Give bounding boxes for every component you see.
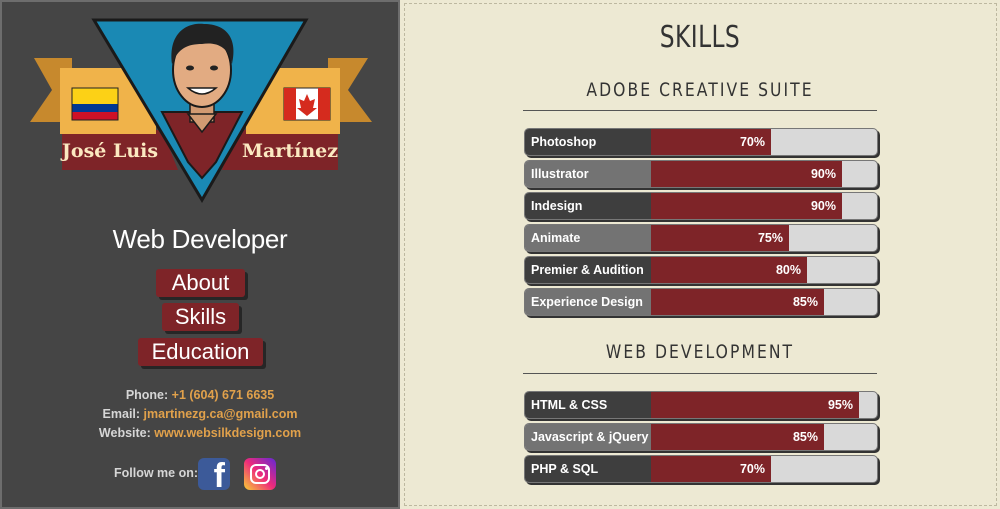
email-link[interactable]: jmartinezg.ca@gmail.com	[144, 407, 298, 421]
last-name: Martínez	[242, 140, 338, 162]
nav-skills-button[interactable]: Skills	[162, 303, 239, 331]
skill-percent: 80%	[775, 263, 801, 277]
skill-label: Premier & Audition	[525, 257, 651, 283]
skill-label: Illustrator	[525, 161, 651, 187]
skill-percent: 85%	[792, 295, 818, 309]
skill-percent: 90%	[810, 199, 836, 213]
website-link[interactable]: www.websilkdesign.com	[154, 426, 301, 440]
colombia-flag-icon	[71, 87, 119, 121]
phone-link[interactable]: +1 (604) 671 6635	[172, 388, 275, 402]
nav-education-button[interactable]: Education	[138, 338, 263, 366]
instagram-icon[interactable]	[244, 458, 276, 490]
skill-label: Animate	[525, 225, 651, 251]
skill-bar: Javascript & jQuery 85%	[524, 423, 878, 451]
skill-percent: 75%	[757, 231, 783, 245]
skill-bar: Photoshop 70%	[524, 128, 878, 156]
canada-flag-icon	[283, 87, 331, 121]
section-divider	[523, 110, 877, 111]
skills-title: SKILLS	[659, 20, 741, 55]
skills-panel: SKILLS ADOBE CREATIVE SUITE WEB DEVELOPM…	[404, 3, 997, 506]
follow-label: Follow me on:	[114, 466, 199, 480]
section-title-web: WEB DEVELOPMENT	[605, 341, 795, 363]
skill-label: HTML & CSS	[525, 392, 651, 418]
skill-percent: 70%	[739, 462, 765, 476]
phone-label: Phone:	[125, 388, 169, 402]
email-label: Email:	[102, 407, 141, 421]
skill-label: PHP & SQL	[525, 456, 651, 482]
skill-percent: 95%	[827, 398, 853, 412]
skill-bar: Animate 75%	[524, 224, 878, 252]
avatar-eye-left	[186, 65, 194, 71]
skill-label: Indesign	[525, 193, 651, 219]
contact-email: Email: jmartinezg.ca@gmail.com	[2, 407, 398, 421]
skill-bar: Experience Design 85%	[524, 288, 878, 316]
sidebar: José Luis Martínez Web Developer About S…	[0, 0, 400, 509]
skill-label: Experience Design	[525, 289, 651, 315]
header-emblem: José Luis Martínez	[30, 18, 372, 203]
contact-website: Website: www.websilkdesign.com	[2, 426, 398, 440]
skill-bar: Indesign 90%	[524, 192, 878, 220]
skill-bar: PHP & SQL 70%	[524, 455, 878, 483]
avatar-eye-right	[210, 65, 218, 71]
skill-bar: Illustrator 90%	[524, 160, 878, 188]
skill-bar: Premier & Audition 80%	[524, 256, 878, 284]
skill-percent: 70%	[739, 135, 765, 149]
skill-label: Javascript & jQuery	[525, 424, 651, 450]
facebook-icon[interactable]: f	[198, 458, 230, 490]
skill-percent: 85%	[792, 430, 818, 444]
skill-percent: 90%	[810, 167, 836, 181]
nav-about-button[interactable]: About	[156, 269, 245, 297]
first-name: José Luis	[60, 140, 158, 162]
website-label: Website:	[98, 426, 151, 440]
section-divider	[523, 373, 877, 374]
section-title-adobe: ADOBE CREATIVE SUITE	[586, 79, 814, 101]
contact-phone: Phone: +1 (604) 671 6635	[2, 388, 398, 402]
skill-label: Photoshop	[525, 129, 651, 155]
job-title: Web Developer	[112, 224, 288, 254]
skill-bar: HTML & CSS 95%	[524, 391, 878, 419]
